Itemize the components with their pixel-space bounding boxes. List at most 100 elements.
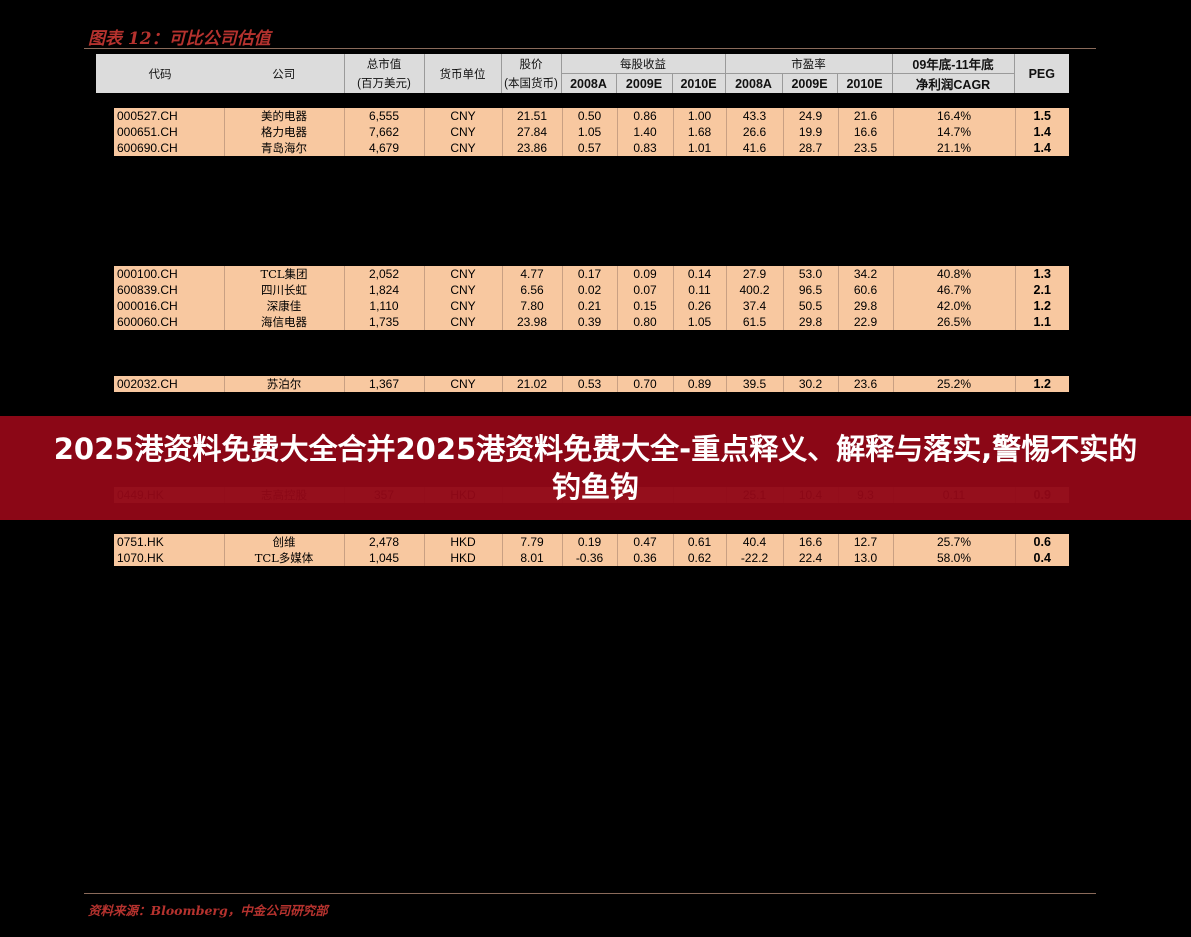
table-row: 000651.CH 格力电器 7,662 CNY 27.84 1.05 1.40 1.68 26…: [114, 124, 1069, 140]
cell-eps-2010: 0.26: [672, 298, 726, 314]
table-row: 600690.CH 青岛海尔 4,679 CNY 23.86 0.57 0.83 1.01 41…: [114, 140, 1069, 156]
cell-code: 600060.CH: [117, 315, 178, 329]
cell-pe-2009: 29.8: [782, 314, 838, 330]
cell-company: 创维: [223, 534, 344, 550]
cell-price: 7.79: [501, 534, 562, 550]
cell-pe-2008: -22.2: [725, 550, 783, 566]
cell-pe-2010: 12.7: [837, 534, 893, 550]
cell-company: 美的电器: [223, 108, 344, 124]
overlay-banner[interactable]: 2025港资料免费大全合并2025港资料免费大全-重点释义、解释与落实,警惕不实…: [0, 416, 1191, 520]
cell-company: 格力电器: [223, 124, 344, 140]
cell-currency: CNY: [423, 314, 502, 330]
cell-peg: 1.4: [1014, 140, 1069, 156]
header-peg: PEG: [1013, 54, 1070, 93]
cell-eps-2010: 1.00: [672, 108, 726, 124]
cell-pe-2008: 40.4: [725, 534, 783, 550]
table-group: 000100.CH TCL集团 2,052 CNY 4.77 0.17 0.09 0.14 27…: [114, 266, 1069, 330]
cell-code: 600690.CH: [117, 141, 178, 155]
cell-pe-2008: 26.6: [725, 124, 783, 140]
cell-eps-2008: 0.19: [561, 534, 617, 550]
table-group: 000527.CH 美的电器 6,555 CNY 21.51 0.50 0.86 1.00 43…: [114, 108, 1069, 156]
cell-eps-2009: 0.47: [616, 534, 673, 550]
cell-mcap: 4,679: [343, 140, 424, 156]
cell-company: TCL集团: [223, 266, 344, 282]
header-mcap: 总市值: [343, 54, 424, 74]
cell-price: 4.77: [501, 266, 562, 282]
table-group: 002032.CH 苏泊尔 1,367 CNY 21.02 0.53 0.70 0.89 39.…: [114, 376, 1069, 392]
cell-code: 000100.CH: [117, 267, 178, 281]
header-year: 2009E: [615, 73, 672, 93]
cell-mcap: 1,367: [343, 376, 424, 392]
header-pe: 市盈率: [724, 54, 893, 74]
header-price-unit: (本国货币): [500, 73, 561, 93]
cell-eps-2008: 0.39: [561, 314, 617, 330]
cell-cagr: 58.0%: [892, 550, 1015, 566]
cell-cagr: 25.2%: [892, 376, 1015, 392]
top-rule: [84, 48, 1096, 49]
cell-peg: 1.1: [1014, 314, 1069, 330]
table-row: 0751.HK 创维 2,478 HKD 7.79 0.19 0.47 0.61 40.4 16.…: [114, 534, 1069, 550]
cell-currency: HKD: [423, 534, 502, 550]
cell-company: 深康佳: [223, 298, 344, 314]
cell-peg: 1.2: [1014, 298, 1069, 314]
header-mcap-unit: (百万美元): [343, 73, 424, 93]
cell-price: 21.51: [501, 108, 562, 124]
cell-peg: 1.3: [1014, 266, 1069, 282]
cell-cagr: 42.0%: [892, 298, 1015, 314]
bottom-rule: [84, 893, 1096, 894]
cell-pe-2008: 61.5: [725, 314, 783, 330]
cell-peg: 1.5: [1014, 108, 1069, 124]
cell-pe-2009: 16.6: [782, 534, 838, 550]
cell-mcap: 1,824: [343, 282, 424, 298]
table-row: 000527.CH 美的电器 6,555 CNY 21.51 0.50 0.86 1.00 43…: [114, 108, 1069, 124]
cell-price: 8.01: [501, 550, 562, 566]
table-row: 1070.HK TCL多媒体 1,045 HKD 8.01 -0.36 0.36 0.62 -2…: [114, 550, 1069, 566]
cell-company: 四川长虹: [223, 282, 344, 298]
header-cagr-period: 09年底-11年底: [891, 54, 1015, 74]
figure-title: 图表 12：可比公司估值: [88, 29, 271, 49]
cell-mcap: 7,662: [343, 124, 424, 140]
header-year: 2010E: [671, 73, 726, 93]
cell-eps-2010: 1.68: [672, 124, 726, 140]
cell-eps-2009: 0.80: [616, 314, 673, 330]
cell-currency: CNY: [423, 298, 502, 314]
cell-eps-2008: 0.53: [561, 376, 617, 392]
cell-eps-2009: 1.40: [616, 124, 673, 140]
cell-price: 21.02: [501, 376, 562, 392]
cell-eps-2009: 0.09: [616, 266, 673, 282]
cell-eps-2009: 0.36: [616, 550, 673, 566]
header-currency: 货币单位: [423, 54, 501, 93]
cell-code: 002032.CH: [117, 377, 178, 391]
cell-pe-2010: 29.8: [837, 298, 893, 314]
cell-cagr: 16.4%: [892, 108, 1015, 124]
table-row: 000016.CH 深康佳 1,110 CNY 7.80 0.21 0.15 0.26 37.4…: [114, 298, 1069, 314]
cell-pe-2010: 23.5: [837, 140, 893, 156]
cell-eps-2010: 0.62: [672, 550, 726, 566]
cell-eps-2008: -0.36: [561, 550, 617, 566]
cell-peg: 1.4: [1014, 124, 1069, 140]
header-year: 2008A: [724, 73, 783, 93]
cell-price: 23.86: [501, 140, 562, 156]
cell-code: 0751.HK: [117, 535, 164, 549]
cell-eps-2010: 0.14: [672, 266, 726, 282]
table-row: 600060.CH 海信电器 1,735 CNY 23.98 0.39 0.80 1.05 61…: [114, 314, 1069, 330]
cell-eps-2009: 0.70: [616, 376, 673, 392]
cell-mcap: 1,735: [343, 314, 424, 330]
cell-currency: CNY: [423, 140, 502, 156]
cell-eps-2010: 0.89: [672, 376, 726, 392]
cell-mcap: 1,110: [343, 298, 424, 314]
cell-currency: CNY: [423, 376, 502, 392]
cell-eps-2008: 1.05: [561, 124, 617, 140]
table-row: 000100.CH TCL集团 2,052 CNY 4.77 0.17 0.09 0.14 27…: [114, 266, 1069, 282]
cell-cagr: 40.8%: [892, 266, 1015, 282]
cell-peg: 0.4: [1014, 550, 1069, 566]
cell-currency: CNY: [423, 108, 502, 124]
header-year: 2010E: [836, 73, 893, 93]
cell-pe-2009: 19.9: [782, 124, 838, 140]
cell-code: 000651.CH: [117, 125, 178, 139]
cell-peg: 0.6: [1014, 534, 1069, 550]
cell-eps-2008: 0.17: [561, 266, 617, 282]
cell-eps-2008: 0.57: [561, 140, 617, 156]
cell-pe-2010: 23.6: [837, 376, 893, 392]
cell-pe-2010: 21.6: [837, 108, 893, 124]
